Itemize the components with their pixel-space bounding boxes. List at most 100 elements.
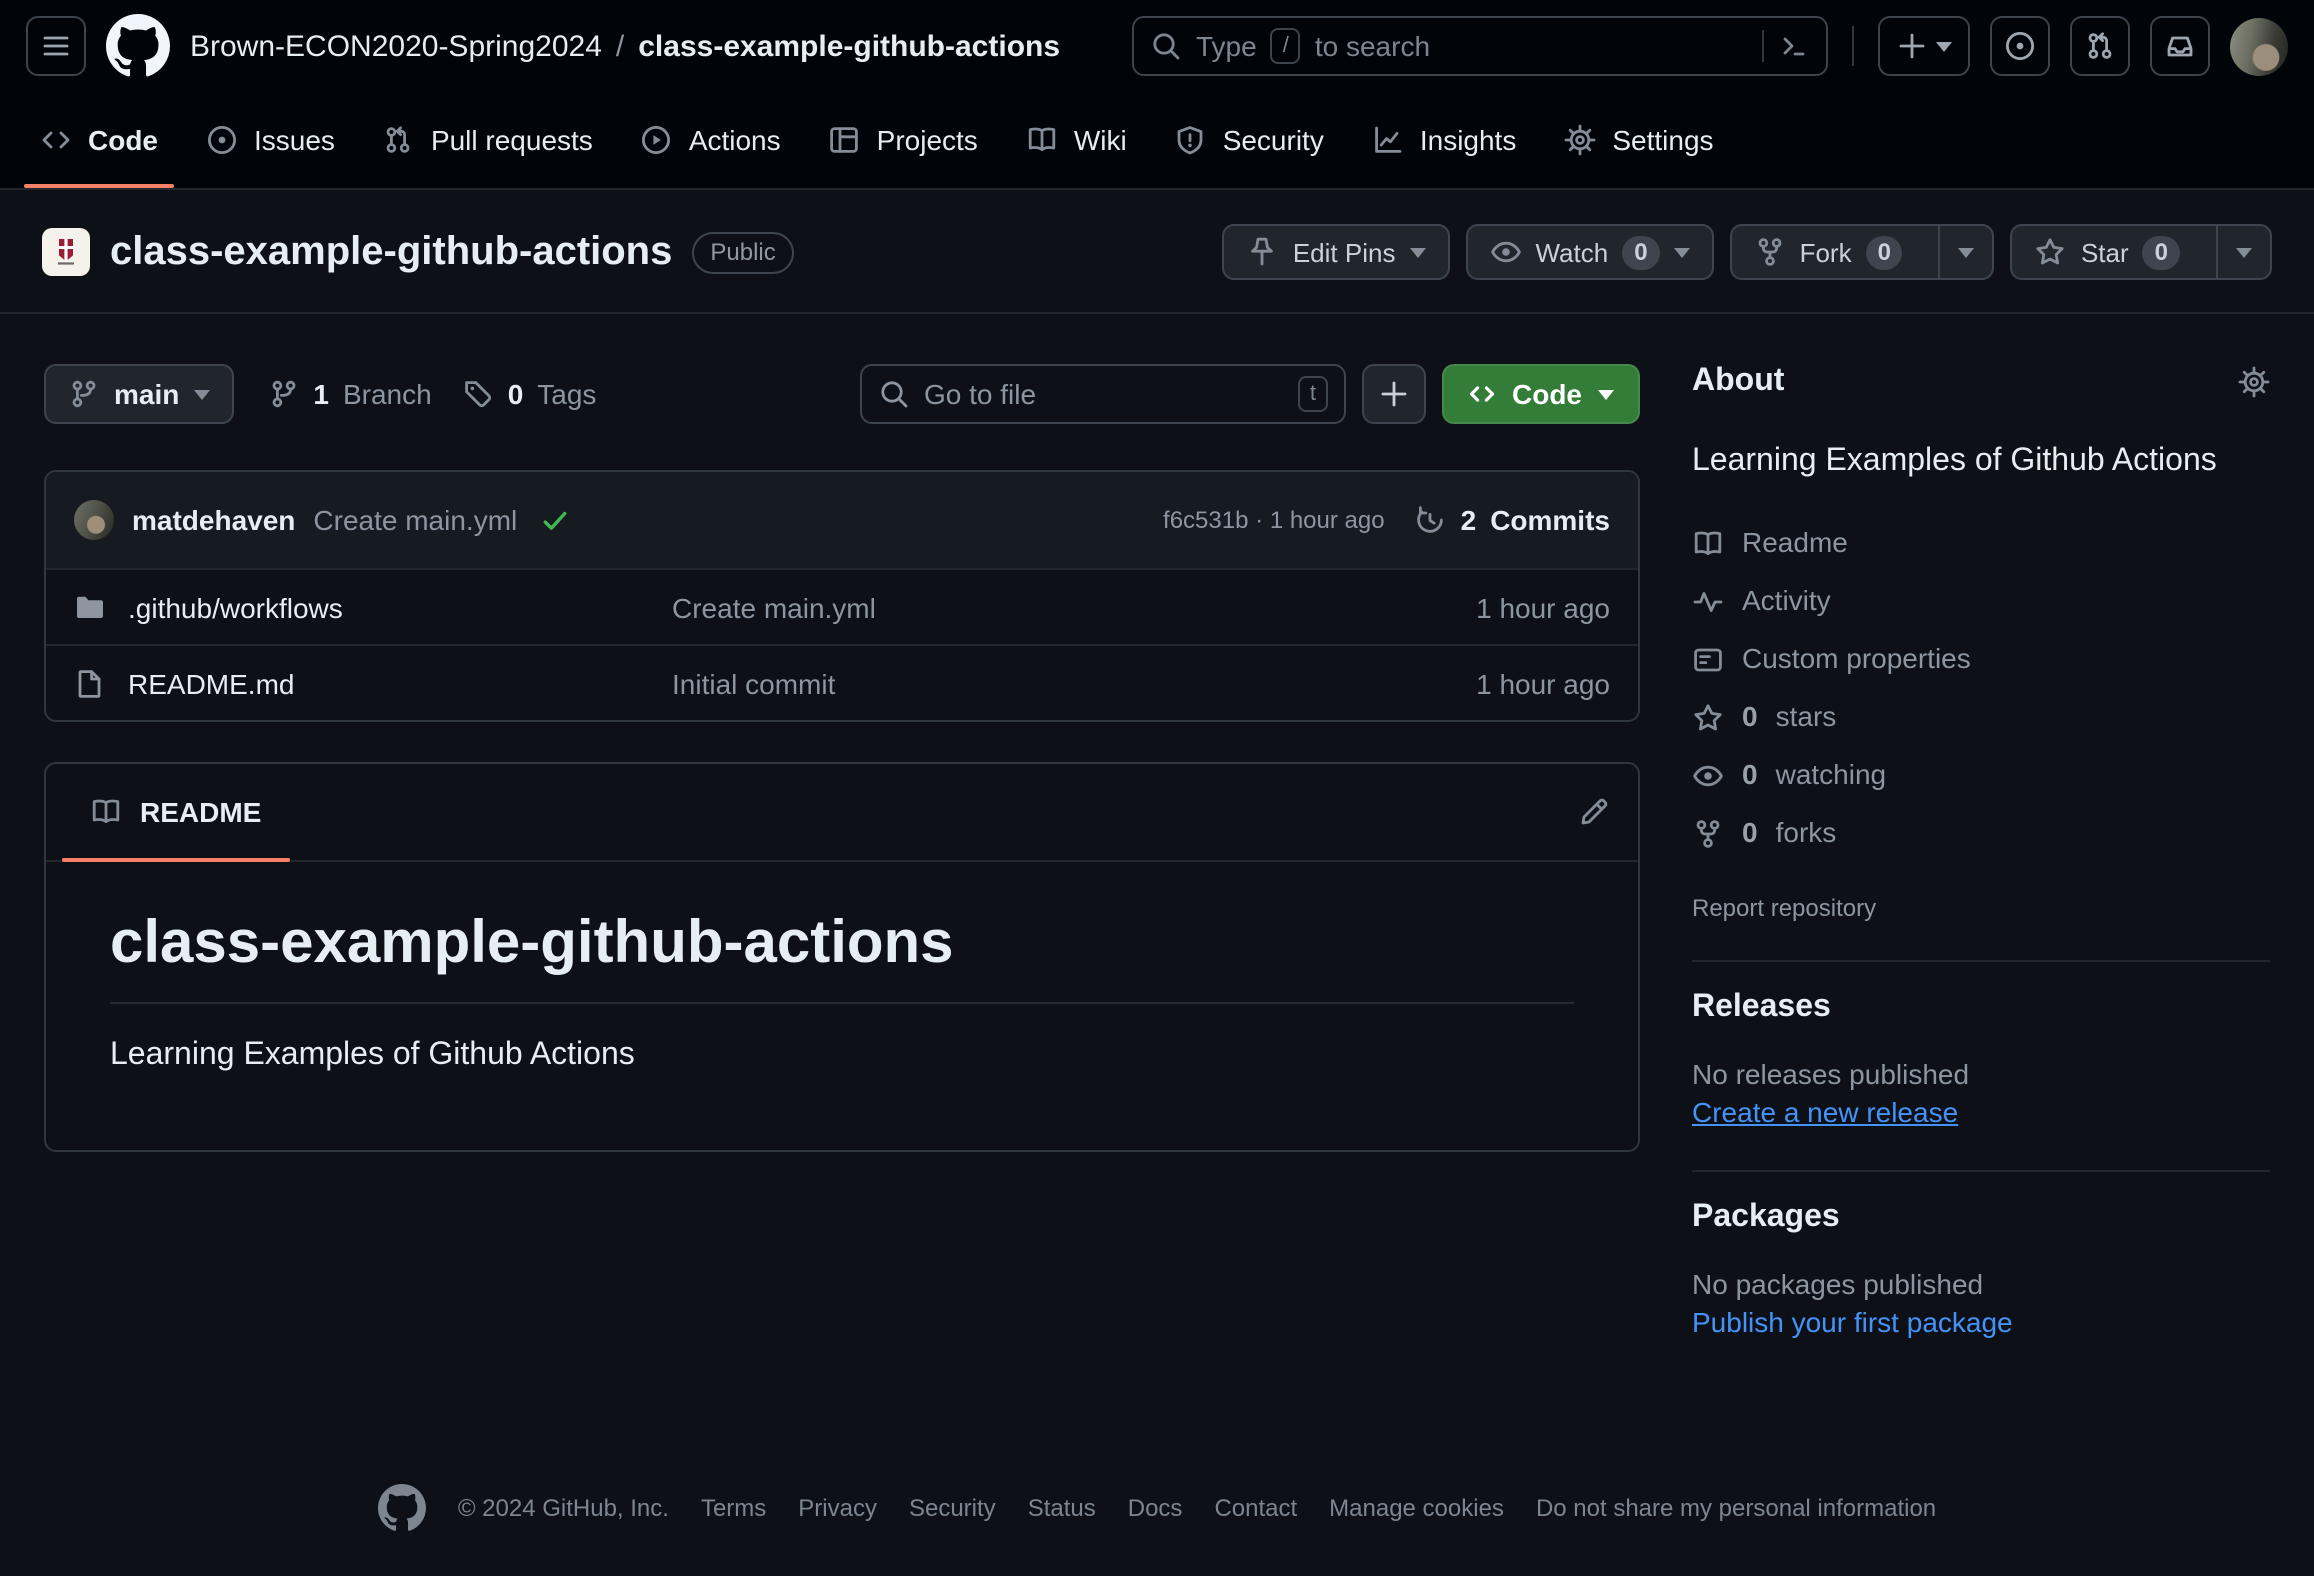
footer-link-security[interactable]: Security — [909, 1494, 996, 1522]
fork-button[interactable]: Fork 0 — [1730, 224, 1995, 280]
star-count: 0 — [2143, 235, 2180, 269]
commit-hash-time[interactable]: f6c531b · 1 hour ago — [1163, 506, 1385, 534]
inbox-icon — [2164, 30, 2196, 62]
footer-link-manage-cookies[interactable]: Manage cookies — [1329, 1494, 1504, 1522]
pull-requests-dashboard-button[interactable] — [2070, 16, 2130, 76]
commit-author[interactable]: matdehaven — [132, 504, 295, 536]
fork-dropdown[interactable] — [1939, 226, 1993, 278]
readme-tab[interactable]: README — [62, 764, 289, 860]
footer: © 2024 GitHub, Inc. Terms Privacy Securi… — [0, 1484, 2314, 1532]
github-logo[interactable] — [106, 14, 170, 78]
star-icon — [2035, 236, 2067, 268]
footer-link-terms[interactable]: Terms — [701, 1494, 766, 1522]
hamburger-menu-button[interactable] — [26, 16, 86, 76]
issues-dashboard-button[interactable] — [1990, 16, 2050, 76]
content: main 1 Branch 0 Tags Go to file t — [0, 364, 2314, 1342]
branch-selector[interactable]: main — [44, 364, 233, 424]
git-pull-request-icon — [383, 124, 415, 156]
watch-button[interactable]: Watch 0 — [1465, 224, 1713, 280]
file-commit-message[interactable]: Initial commit — [672, 667, 1476, 699]
about-description: Learning Examples of Github Actions — [1692, 438, 2270, 486]
pencil-icon[interactable] — [1578, 796, 1610, 828]
readme-link[interactable]: Readme — [1692, 522, 2270, 564]
add-file-button[interactable] — [1362, 364, 1426, 424]
code-icon — [1468, 380, 1496, 408]
tags-link[interactable]: 0 Tags — [462, 378, 597, 410]
publish-package-link[interactable]: Publish your first package — [1692, 1304, 2013, 1342]
create-new-button[interactable] — [1878, 16, 1970, 76]
search-placeholder-prefix: Type — [1196, 30, 1257, 62]
search-icon — [878, 378, 910, 410]
gear-icon — [1564, 124, 1596, 156]
commit-history-link[interactable]: 2 Commits — [1415, 504, 1610, 536]
user-avatar[interactable] — [2230, 17, 2288, 75]
report-repository-link[interactable]: Report repository — [1692, 894, 1876, 922]
inbox-button[interactable] — [2150, 16, 2210, 76]
tab-actions[interactable]: Actions — [625, 92, 797, 188]
file-name[interactable]: README.md — [128, 667, 672, 699]
latest-commit-bar: matdehaven Create main.yml f6c531b · 1 h… — [46, 472, 1638, 568]
tab-security[interactable]: Security — [1159, 92, 1340, 188]
book-icon — [1692, 527, 1724, 559]
packages-section: Packages No packages published Publish y… — [1692, 1200, 2270, 1342]
custom-properties-link[interactable]: Custom properties — [1692, 638, 2270, 680]
file-row[interactable]: .github/workflows Create main.yml 1 hour… — [46, 568, 1638, 644]
tab-wiki[interactable]: Wiki — [1010, 92, 1143, 188]
search-placeholder-suffix: to search — [1315, 30, 1430, 62]
stars-link[interactable]: 0 stars — [1692, 696, 2270, 738]
folder-icon — [74, 591, 106, 623]
footer-link-contact[interactable]: Contact — [1214, 1494, 1297, 1522]
watching-link[interactable]: 0 watching — [1692, 754, 2270, 796]
tab-insights[interactable]: Insights — [1356, 92, 1533, 188]
breadcrumb-owner[interactable]: Brown-ECON2020-Spring2024 — [190, 29, 602, 63]
command-palette-icon[interactable] — [1778, 30, 1810, 62]
footer-link-status[interactable]: Status — [1028, 1494, 1096, 1522]
gear-icon[interactable] — [2238, 366, 2270, 398]
code-download-button[interactable]: Code — [1442, 364, 1640, 424]
file-commit-time: 1 hour ago — [1476, 667, 1610, 699]
create-release-link[interactable]: Create a new release — [1692, 1094, 1958, 1132]
forks-link[interactable]: 0 forks — [1692, 812, 2270, 854]
graph-icon — [1372, 124, 1404, 156]
file-row[interactable]: README.md Initial commit 1 hour ago — [46, 644, 1638, 720]
file-toolbar: main 1 Branch 0 Tags Go to file t — [44, 364, 1640, 424]
visibility-badge: Public — [692, 231, 793, 273]
play-icon — [641, 124, 673, 156]
branches-link[interactable]: 1 Branch — [267, 378, 431, 410]
footer-link-docs[interactable]: Docs — [1128, 1494, 1183, 1522]
caret-down-icon — [1598, 389, 1614, 399]
repo-nav: Code Issues Pull requests Actions Projec… — [0, 92, 2314, 190]
file-commit-message[interactable]: Create main.yml — [672, 591, 1476, 623]
global-search-input[interactable]: Type / to search — [1132, 16, 1828, 76]
check-icon[interactable] — [539, 505, 569, 535]
repo-actions: Edit Pins Watch 0 Fork 0 — [1223, 224, 2272, 280]
footer-link-privacy[interactable]: Privacy — [798, 1494, 877, 1522]
breadcrumb: Brown-ECON2020-Spring2024 / class-exampl… — [190, 29, 1060, 63]
star-dropdown[interactable] — [2216, 226, 2270, 278]
activity-link[interactable]: Activity — [1692, 580, 2270, 622]
edit-pins-button[interactable]: Edit Pins — [1223, 224, 1450, 280]
packages-title[interactable]: Packages — [1692, 1200, 2270, 1236]
releases-title[interactable]: Releases — [1692, 990, 2270, 1026]
git-branch-icon — [68, 378, 100, 410]
repo-forked-icon — [1692, 817, 1724, 849]
plus-icon — [1378, 378, 1410, 410]
about-title: About — [1692, 364, 1784, 400]
brown-university-logo[interactable] — [42, 228, 90, 276]
footer-link-do-not-share[interactable]: Do not share my personal information — [1536, 1494, 1936, 1522]
tab-issues[interactable]: Issues — [190, 92, 351, 188]
tab-code[interactable]: Code — [24, 92, 174, 188]
breadcrumb-repo[interactable]: class-example-github-actions — [638, 29, 1060, 63]
commit-author-avatar[interactable] — [74, 500, 114, 540]
caret-down-icon — [1674, 247, 1690, 257]
tab-pull-requests[interactable]: Pull requests — [367, 92, 609, 188]
file-name[interactable]: .github/workflows — [128, 591, 672, 623]
git-pull-request-icon — [2084, 30, 2116, 62]
tab-projects[interactable]: Projects — [813, 92, 994, 188]
go-to-file-input[interactable]: Go to file t — [860, 364, 1346, 424]
commit-message[interactable]: Create main.yml — [313, 504, 517, 536]
star-button[interactable]: Star 0 — [2011, 224, 2272, 280]
sidebar-divider — [1692, 960, 2270, 962]
tab-settings[interactable]: Settings — [1548, 92, 1729, 188]
eye-icon — [1489, 236, 1521, 268]
